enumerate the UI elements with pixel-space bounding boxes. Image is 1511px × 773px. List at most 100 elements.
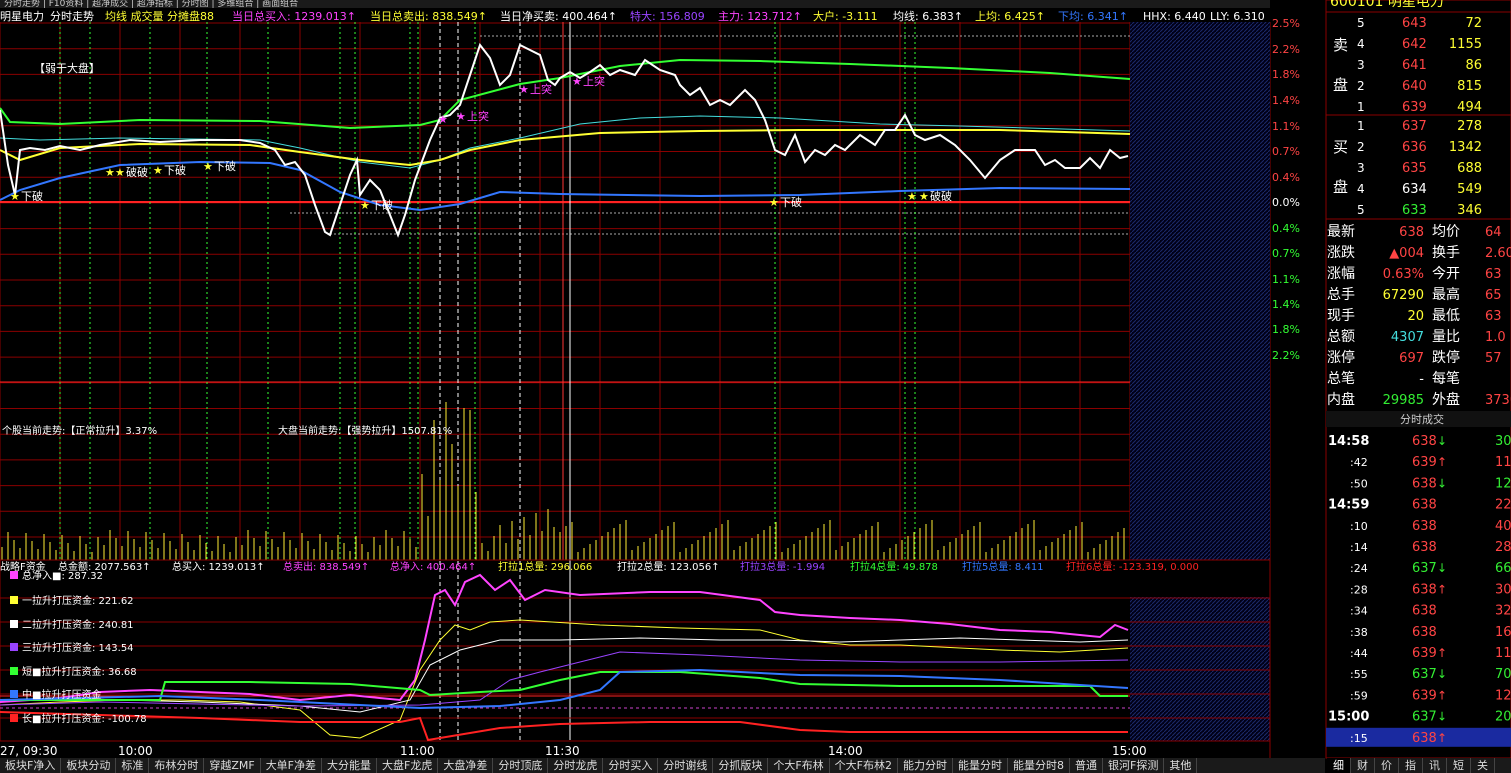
buy-price: 636 [1402,140,1427,155]
panel-tab[interactable]: 细 [1327,758,1351,773]
signal-label: 上突 [467,109,489,123]
lines-label: 均线 成交量 分摊盘88 [105,9,214,23]
star-icon: ★ [105,166,115,179]
sell-volume: 494 [1457,100,1482,115]
tick-time: :44 [1350,647,1368,660]
indicator-tab[interactable]: 布林分时 [149,758,205,773]
scale-label: 0.0% [1272,196,1300,209]
buy-price: 635 [1402,161,1427,176]
tick-volume: 32 [1495,604,1511,619]
top-tabs[interactable]: 分时走势 | F10资料 | 超净成交 | 超净指标 | 分时图 | 多维组合 … [4,0,298,9]
stat-key: 涨跌 [1327,245,1355,261]
legend-swatch [10,690,18,698]
arrow-down-icon: ↓ [1437,476,1447,490]
arrow-up-icon: ↑ [1437,582,1447,596]
scale-label: 2.5% [1272,17,1300,30]
indicator-tab[interactable]: 标准 [116,758,150,773]
tick-volume: 125 [1495,688,1511,703]
indicator-tab[interactable]: 个大F布林 [768,758,830,773]
buy-level: 4 [1357,182,1365,196]
panel-tab[interactable]: 财 [1351,758,1375,773]
sell-price: 643 [1402,16,1427,31]
sell-volume: 1155 [1449,37,1482,52]
indicator-tab[interactable]: 大单F净差 [261,758,323,773]
tick-price: 638 [1412,604,1437,619]
indicator-tab[interactable]: 大分能量 [322,758,378,773]
indicator-tab[interactable]: 穿越ZMF [204,758,261,773]
signal-label: 下破 [164,163,186,177]
stat-value: ▲004 [1389,246,1424,261]
indicator-tab[interactable]: 大盘F龙虎 [377,758,439,773]
sell-side-label: 卖 [1333,36,1348,54]
tick-price: 638 [1412,498,1437,513]
legend-label: 三拉升打压资金: 143.54 [22,641,134,654]
after-hours-region-lower [1130,597,1270,741]
time-label: 11:30 [545,744,580,758]
buy-level: 2 [1357,140,1365,154]
buy-price: 637 [1402,119,1427,134]
panel-tab[interactable]: 价 [1375,758,1399,773]
special-label: 特大: 156.809 [630,9,705,23]
big-holder-label: 大户: -3.111 [813,9,878,23]
star-icon: ★ [438,113,448,126]
scale-label: 1.1% [1272,120,1300,133]
indicator-tab[interactable]: 分时顶底 [493,758,549,773]
indicator-tab[interactable]: 能量分时 [953,758,1008,773]
arrow-up-icon: ↑ [1437,646,1447,660]
indicator-tab[interactable]: 板块F净入 [0,758,62,773]
indicator-tab[interactable]: 能力分时 [898,758,953,773]
indicator-tab[interactable]: 板块分动 [61,758,117,773]
stat-key: 最新 [1327,224,1355,240]
indicator-tab[interactable]: 大盘净差 [438,758,494,773]
sell-price: 640 [1402,79,1427,94]
scale-label: 0.7% [1272,247,1300,260]
panel-tab[interactable]: 短 [1447,758,1471,773]
stat-key: 现手 [1327,308,1355,324]
strategy-pull4: 打拉4总量: 49.878 [850,560,938,573]
main-force-label: 主力: 123.712↑ [718,10,802,23]
stat-key: 总额 [1327,329,1355,345]
tick-time: :28 [1350,583,1368,596]
indicator-tab[interactable]: 分时买入 [603,758,659,773]
panel-tab[interactable]: 指 [1399,758,1423,773]
tick-price: 638 [1412,731,1437,746]
legend-swatch [10,596,18,604]
tick-time: :38 [1350,626,1368,639]
signal-label: 破破 [930,189,952,203]
tick-volume: 70 [1495,667,1511,682]
tick-time: :15 [1350,732,1368,745]
tick-price: 637 [1412,667,1437,682]
indicator-tab[interactable]: 分抓版块 [713,758,769,773]
stat-value: 4307 [1391,330,1424,345]
panel-tab[interactable]: 关 [1471,758,1495,773]
indicator-tab[interactable]: 能量分时8 [1008,758,1070,773]
stat-key: 涨停 [1327,349,1355,366]
indicator-tab[interactable]: 个大F布林2 [830,758,898,773]
buy-total: 当日总买入: 1239.013↑ [232,9,356,23]
star-icon: ★ [115,166,125,179]
indicator-tab[interactable]: 其他 [1164,758,1198,773]
price-chart-grid [0,22,1271,560]
tick-price: 638 [1412,582,1437,597]
quote-panel: 600101 明星电力卖盘5 643 724 642 11553 641 862 640 815… [1325,0,1511,759]
strategy-buy: 总买入: 1239.013↑ [172,560,265,573]
sell-level: 1 [1357,100,1365,114]
time-label: 15:00 [1112,744,1147,758]
sell-volume: 86 [1465,58,1482,73]
stat-value: - [1419,372,1424,387]
stat-value: 64 [1485,225,1502,240]
indicator-tab[interactable]: 银河F探测 [1103,758,1165,773]
stat-value: 67290 [1383,288,1424,303]
panel-tab[interactable]: 讯 [1423,758,1447,773]
tick-price: 638 [1412,476,1437,491]
indicator-tab[interactable]: 分时谢线 [658,758,714,773]
buy-volume: 1342 [1449,140,1482,155]
legend-swatch [10,620,18,628]
buy-volume: 346 [1457,203,1482,218]
indicator-tab[interactable]: 分时龙虎 [548,758,604,773]
indicator-tab[interactable]: 普通 [1070,758,1103,773]
star-icon: ★ [153,164,163,177]
scale-label: 1.4% [1272,94,1300,107]
sell-level: 2 [1357,79,1365,93]
star-icon: ★ [919,190,929,203]
